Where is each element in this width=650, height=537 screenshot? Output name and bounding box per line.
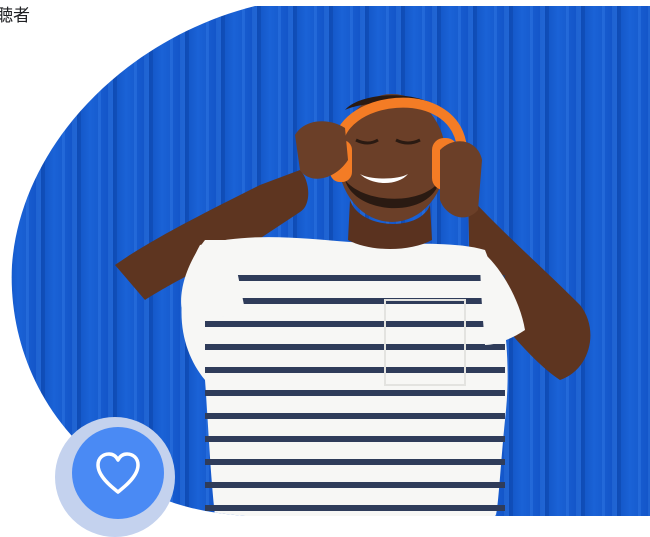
heart-icon (96, 452, 140, 494)
favorite-button[interactable] (72, 427, 164, 519)
